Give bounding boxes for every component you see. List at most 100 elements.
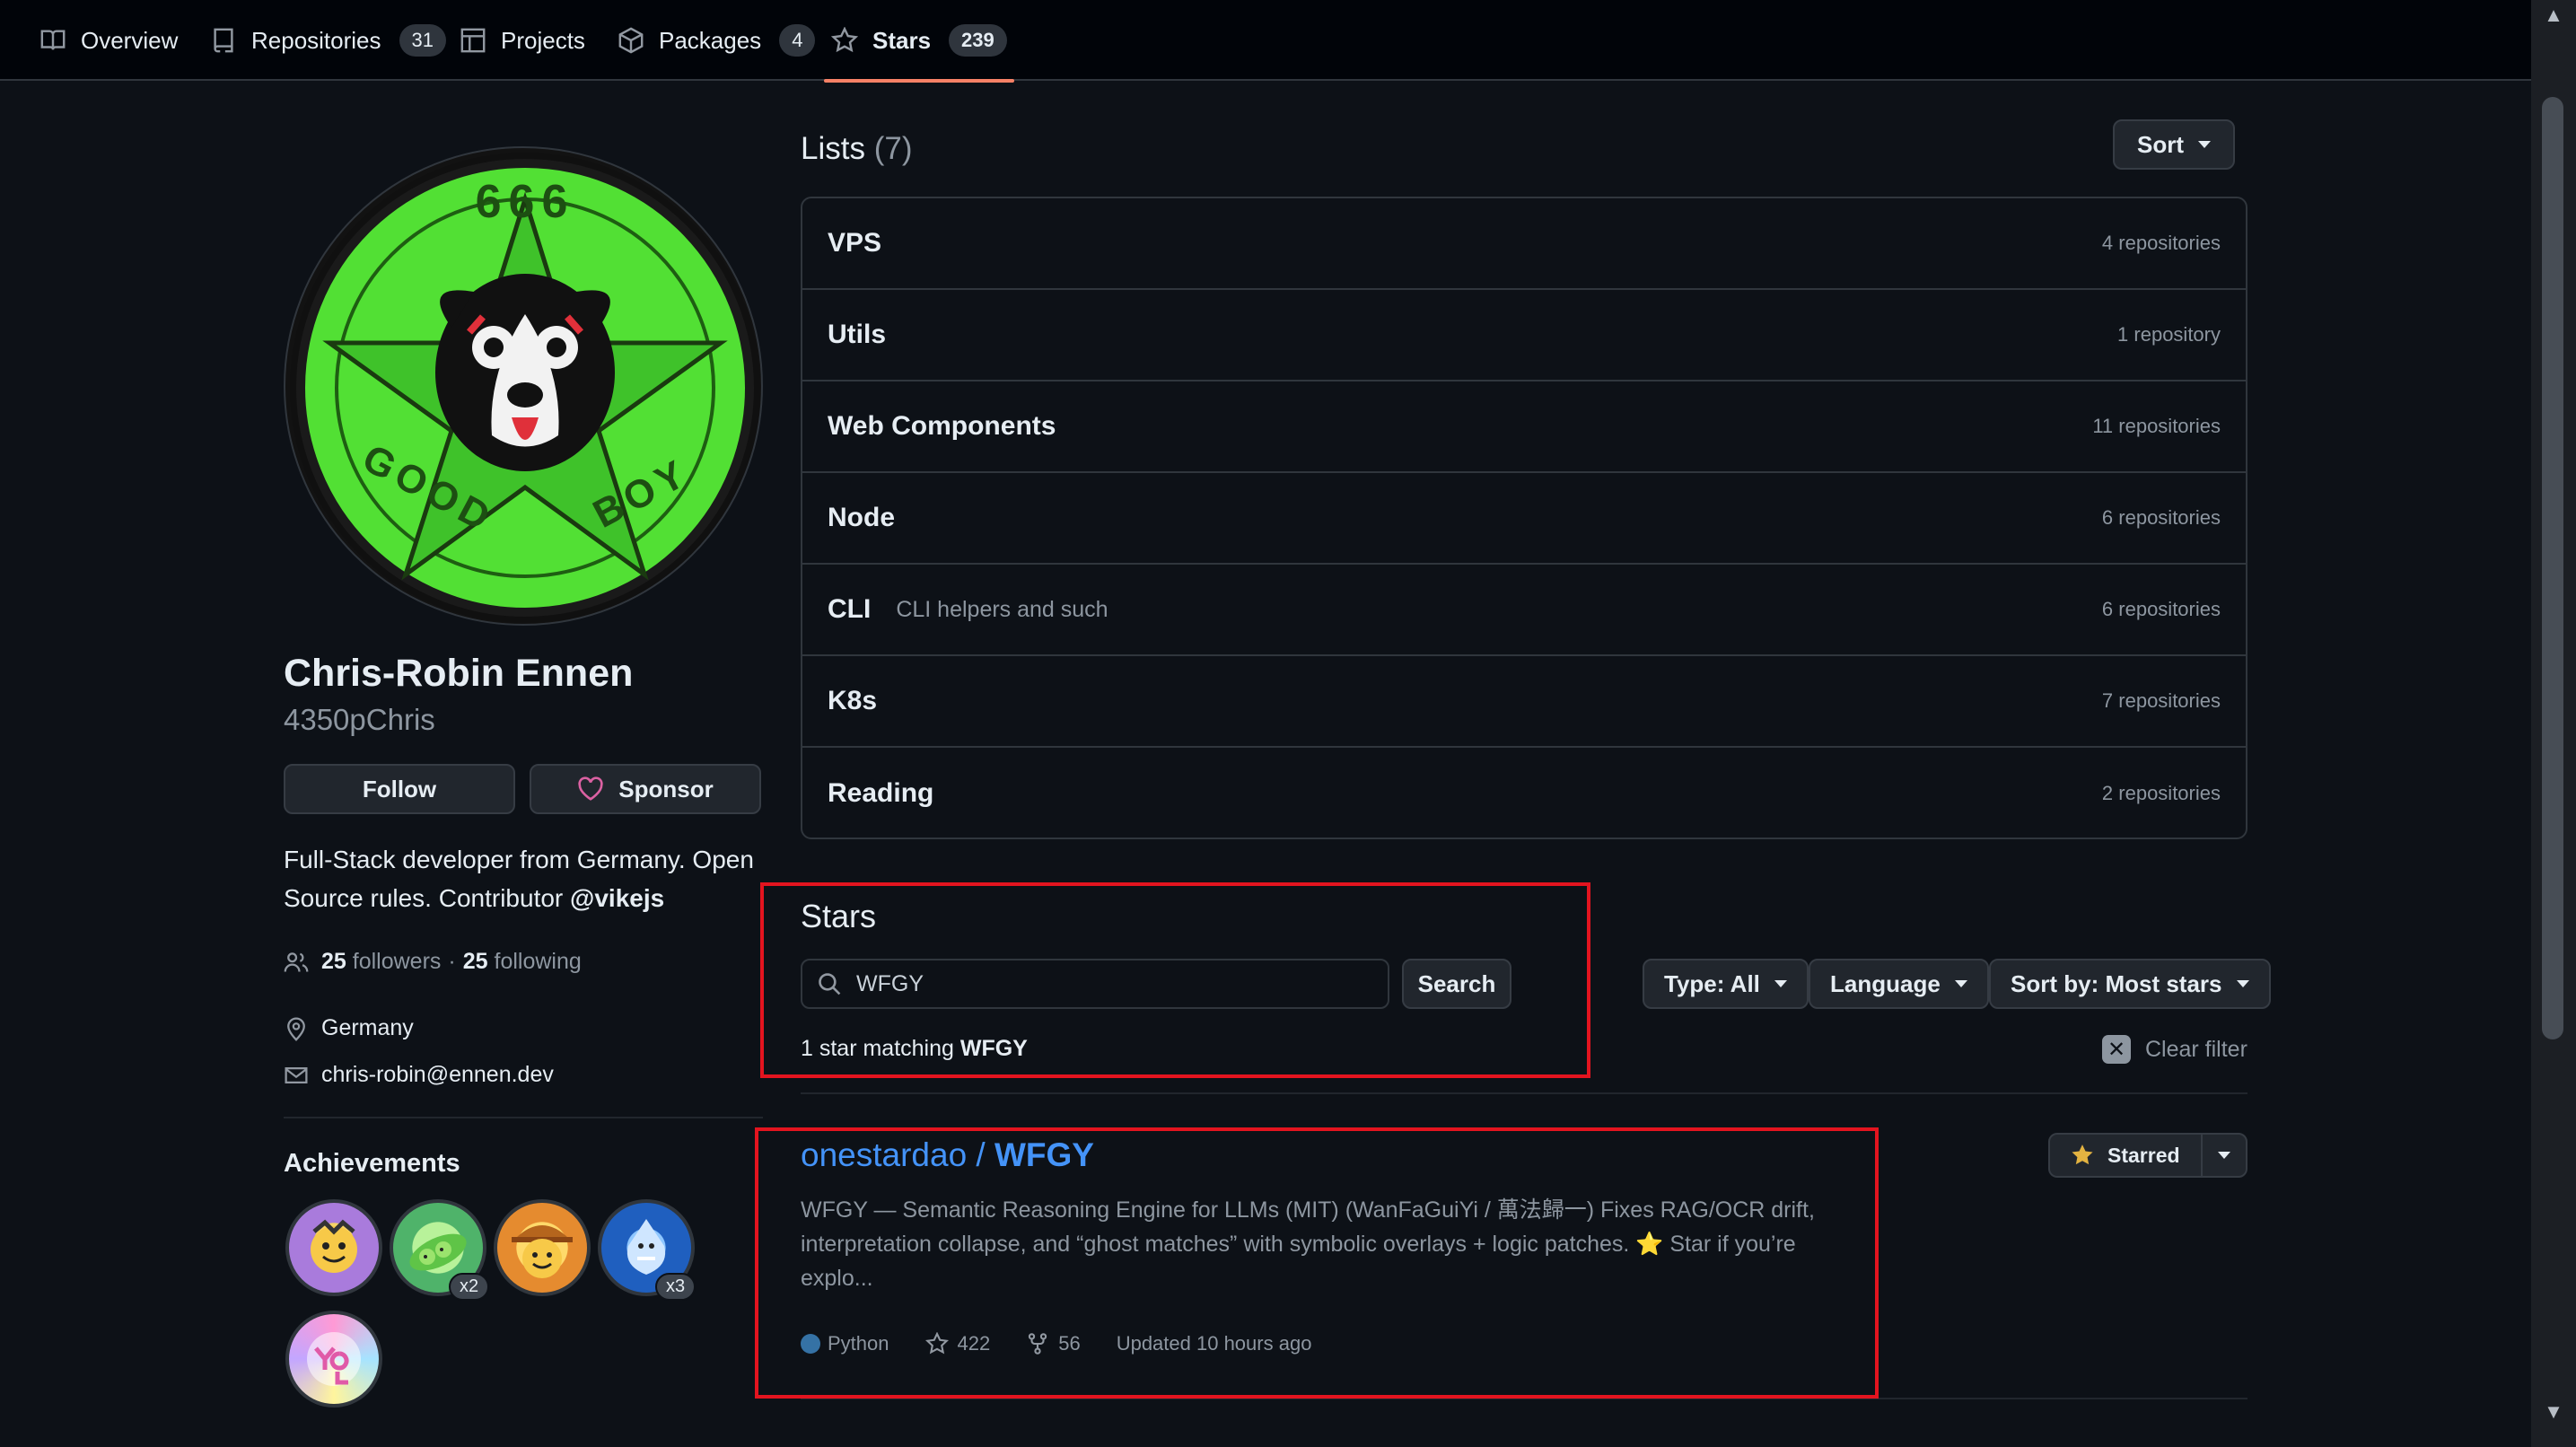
followers-label: followers — [352, 949, 442, 974]
location-row: Germany — [284, 1015, 414, 1041]
caret-down-icon — [1774, 980, 1787, 987]
language-filter-button[interactable]: Language — [1809, 959, 1989, 1009]
lists-count: (7) — [873, 131, 913, 166]
language-filter-label: Language — [1830, 969, 1941, 997]
list-count: 6 repositories — [2101, 506, 2221, 529]
star-icon — [831, 27, 858, 53]
profile-login: 4350pChris — [284, 703, 435, 736]
profile-name: Chris-Robin Ennen — [284, 652, 634, 695]
divider — [284, 1117, 763, 1118]
mail-icon — [285, 1066, 308, 1083]
repo-icon — [214, 28, 233, 53]
achievements-title: Achievements — [284, 1149, 460, 1178]
following-link[interactable]: 25 following — [463, 949, 582, 975]
caret-down-icon — [2218, 1152, 2230, 1159]
list-name: VPS — [828, 228, 882, 258]
badge-multiplier: x2 — [449, 1273, 490, 1301]
achievement-badge-icon — [512, 1225, 573, 1278]
page-scrollbar[interactable]: ▲ ▼ — [2531, 0, 2576, 1447]
sort-label: Sort — [2137, 130, 2184, 158]
tab-label: Overview — [81, 26, 179, 54]
starred-label: Starred — [2107, 1143, 2180, 1167]
meta-separator: · — [448, 949, 456, 974]
list-count: 2 repositories — [2101, 782, 2221, 804]
follow-label: Follow — [362, 775, 437, 802]
follow-button[interactable]: Follow — [284, 764, 515, 814]
list-item-cli[interactable]: CLI CLI helpers and such 6 repositories — [802, 565, 2246, 656]
location-pin-icon — [287, 1016, 305, 1041]
list-name: Utils — [828, 320, 887, 349]
tab-label: Packages — [659, 26, 762, 54]
list-item-utils[interactable]: Utils 1 repository — [802, 290, 2246, 381]
list-item-vps[interactable]: VPS 4 repositories — [802, 198, 2246, 290]
page: Overview Repositories 31 Projects Packag… — [0, 0, 2576, 1447]
type-filter-label: Type: All — [1664, 969, 1760, 997]
tab-label: Repositories — [251, 26, 381, 54]
annotation-box-search — [760, 882, 1590, 1078]
list-description: CLI helpers and such — [896, 596, 1108, 622]
list-count: 11 repositories — [2092, 415, 2221, 437]
sort-by-filter-button[interactable]: Sort by: Most stars — [1989, 959, 2271, 1009]
bio-mention-link[interactable]: @vikejs — [570, 884, 664, 912]
tab-count: 31 — [399, 24, 446, 57]
lists-title: Lists — [801, 131, 865, 166]
divider — [801, 1092, 2247, 1094]
avatar[interactable]: 666 GOOD BOY — [284, 146, 763, 626]
following-count: 25 — [462, 949, 488, 974]
achievement-badge[interactable] — [285, 1311, 382, 1408]
followers-link[interactable]: 25 followers — [321, 949, 441, 975]
table-icon — [460, 28, 486, 53]
heart-icon — [578, 776, 603, 801]
type-filter-button[interactable]: Type: All — [1643, 959, 1809, 1009]
badge-multiplier: x3 — [655, 1273, 697, 1301]
achievement-badge-icon — [307, 1332, 361, 1386]
lists-sort-button[interactable]: Sort — [2113, 119, 2235, 170]
starred-button[interactable]: Starred — [2050, 1135, 2203, 1176]
tab-label: Stars — [872, 26, 932, 54]
tab-packages[interactable]: Packages 4 — [618, 0, 816, 81]
lists-heading: Lists (7) — [801, 131, 912, 167]
bio-text: Full-Stack developer from Germany. Open … — [284, 846, 754, 912]
tab-repositories[interactable]: Repositories 31 — [210, 0, 446, 81]
profile-tab-nav: Overview Repositories 31 Projects Packag… — [0, 0, 2531, 83]
people-icon — [284, 952, 309, 972]
package-icon — [618, 27, 644, 54]
book-icon — [40, 30, 66, 50]
profile-bio: Full-Stack developer from Germany. Open … — [284, 840, 768, 917]
list-item-reading[interactable]: Reading 2 repositories — [802, 748, 2246, 839]
list-item-web-components[interactable]: Web Components 11 repositories — [802, 381, 2246, 473]
scroll-up-arrow-icon[interactable]: ▲ — [2542, 4, 2565, 27]
list-name: Web Components — [828, 411, 1056, 441]
lists-container: VPS 4 repositories Utils 1 repository We… — [801, 197, 2247, 839]
scroll-down-arrow-icon[interactable]: ▼ — [2542, 1400, 2565, 1424]
following-label: following — [494, 949, 582, 974]
email-row: chris-robin@ennen.dev — [284, 1062, 554, 1088]
clear-filter-label: Clear filter — [2145, 1036, 2247, 1062]
list-name: Node — [828, 503, 895, 532]
tab-count: 4 — [779, 24, 816, 57]
location-text: Germany — [321, 1015, 414, 1040]
list-count: 7 repositories — [2101, 689, 2221, 712]
tab-label: Projects — [501, 26, 585, 54]
tab-projects[interactable]: Projects — [460, 0, 585, 81]
followers-count: 25 — [321, 949, 346, 974]
email-link[interactable]: chris-robin@ennen.dev — [321, 1062, 554, 1088]
tab-stars[interactable]: Stars 239 — [824, 0, 1014, 83]
list-item-k8s[interactable]: K8s 7 repositories — [802, 656, 2246, 748]
tab-overview[interactable]: Overview — [39, 0, 178, 81]
sponsor-button[interactable]: Sponsor — [530, 764, 761, 814]
achievement-badge[interactable] — [285, 1199, 382, 1296]
list-count: 4 repositories — [2101, 232, 2221, 254]
list-item-node[interactable]: Node 6 repositories — [802, 473, 2246, 565]
list-dropdown-button[interactable] — [2203, 1152, 2246, 1159]
list-count: 1 repository — [2117, 323, 2221, 346]
list-count: 6 repositories — [2101, 598, 2221, 620]
achievement-badge[interactable] — [494, 1199, 591, 1296]
caret-down-icon — [2236, 980, 2249, 987]
scrollbar-thumb[interactable] — [2542, 97, 2563, 1039]
list-name: Reading — [828, 778, 934, 808]
caret-down-icon — [2198, 141, 2211, 148]
list-name: K8s — [828, 686, 878, 715]
clear-filter-link[interactable]: ✕ Clear filter — [2102, 1035, 2247, 1064]
tab-count: 239 — [949, 24, 1007, 57]
